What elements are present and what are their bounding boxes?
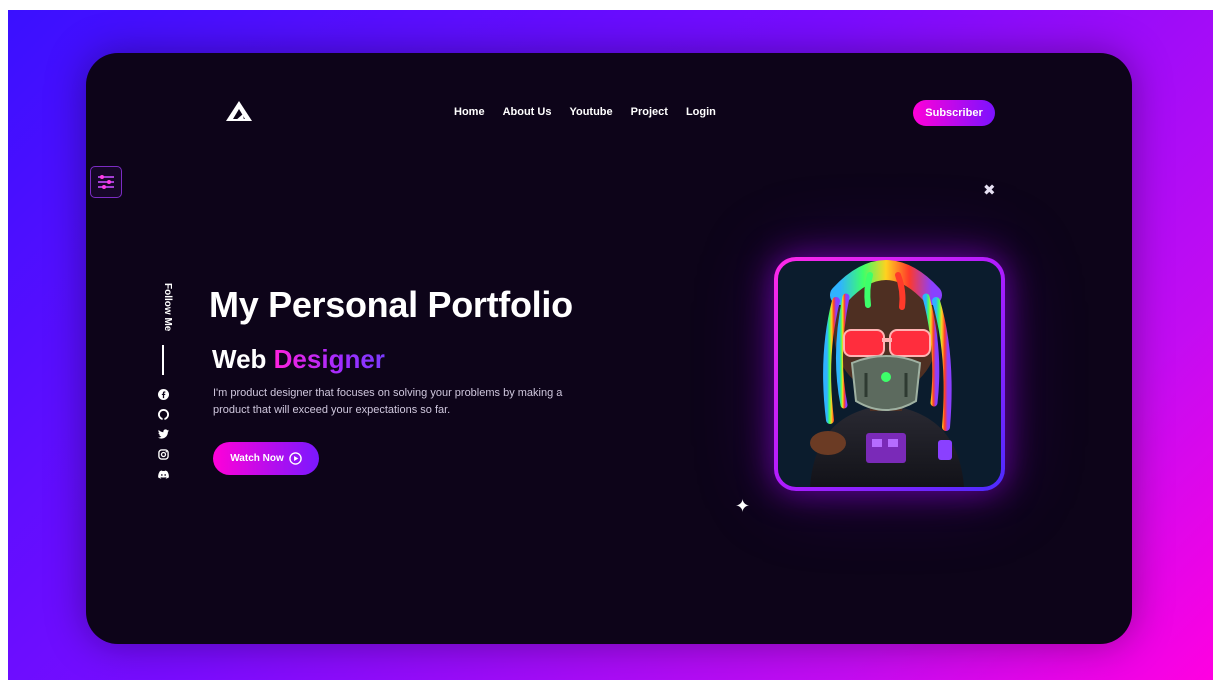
nav-link-home[interactable]: Home: [454, 106, 485, 118]
nav-link-login[interactable]: Login: [686, 106, 716, 118]
discord-icon[interactable]: [156, 467, 170, 481]
hero-description: I'm product designer that focuses on sol…: [213, 387, 563, 416]
watch-now-button[interactable]: Watch Now: [213, 442, 319, 475]
github-icon[interactable]: [156, 407, 170, 421]
portfolio-window: Home About Us Youtube Project Login Subs…: [86, 53, 1132, 644]
hero-subtitle-highlight: Designer: [273, 344, 385, 374]
watch-now-label: Watch Now: [230, 453, 284, 464]
sliders-icon: [98, 175, 114, 189]
follow-divider: [162, 345, 164, 375]
hero-title: My Personal Portfolio: [209, 284, 573, 325]
instagram-icon[interactable]: [156, 447, 170, 461]
nav-link-project[interactable]: Project: [631, 106, 668, 118]
twitter-icon[interactable]: [156, 427, 170, 441]
social-sidebar: Follow Me: [151, 283, 175, 483]
settings-button[interactable]: [90, 166, 122, 198]
sparkle-icon: ✦: [735, 496, 751, 516]
play-circle-icon: [288, 452, 302, 465]
triangle-logo[interactable]: [226, 101, 252, 121]
avatar-illustration: [810, 260, 964, 487]
nav-link-youtube[interactable]: Youtube: [569, 106, 612, 118]
follow-label: Follow Me: [162, 283, 173, 332]
hero-subtitle: Web Designer: [212, 344, 385, 375]
close-icon[interactable]: ✖: [983, 183, 996, 198]
subscribe-button[interactable]: Subscriber: [913, 100, 995, 126]
facebook-icon[interactable]: [156, 387, 170, 401]
nav-link-about[interactable]: About Us: [503, 106, 552, 118]
main-nav: Home About Us Youtube Project Login: [454, 106, 734, 118]
page-background: Home About Us Youtube Project Login Subs…: [8, 10, 1213, 680]
hero-subtitle-prefix: Web: [212, 344, 267, 374]
